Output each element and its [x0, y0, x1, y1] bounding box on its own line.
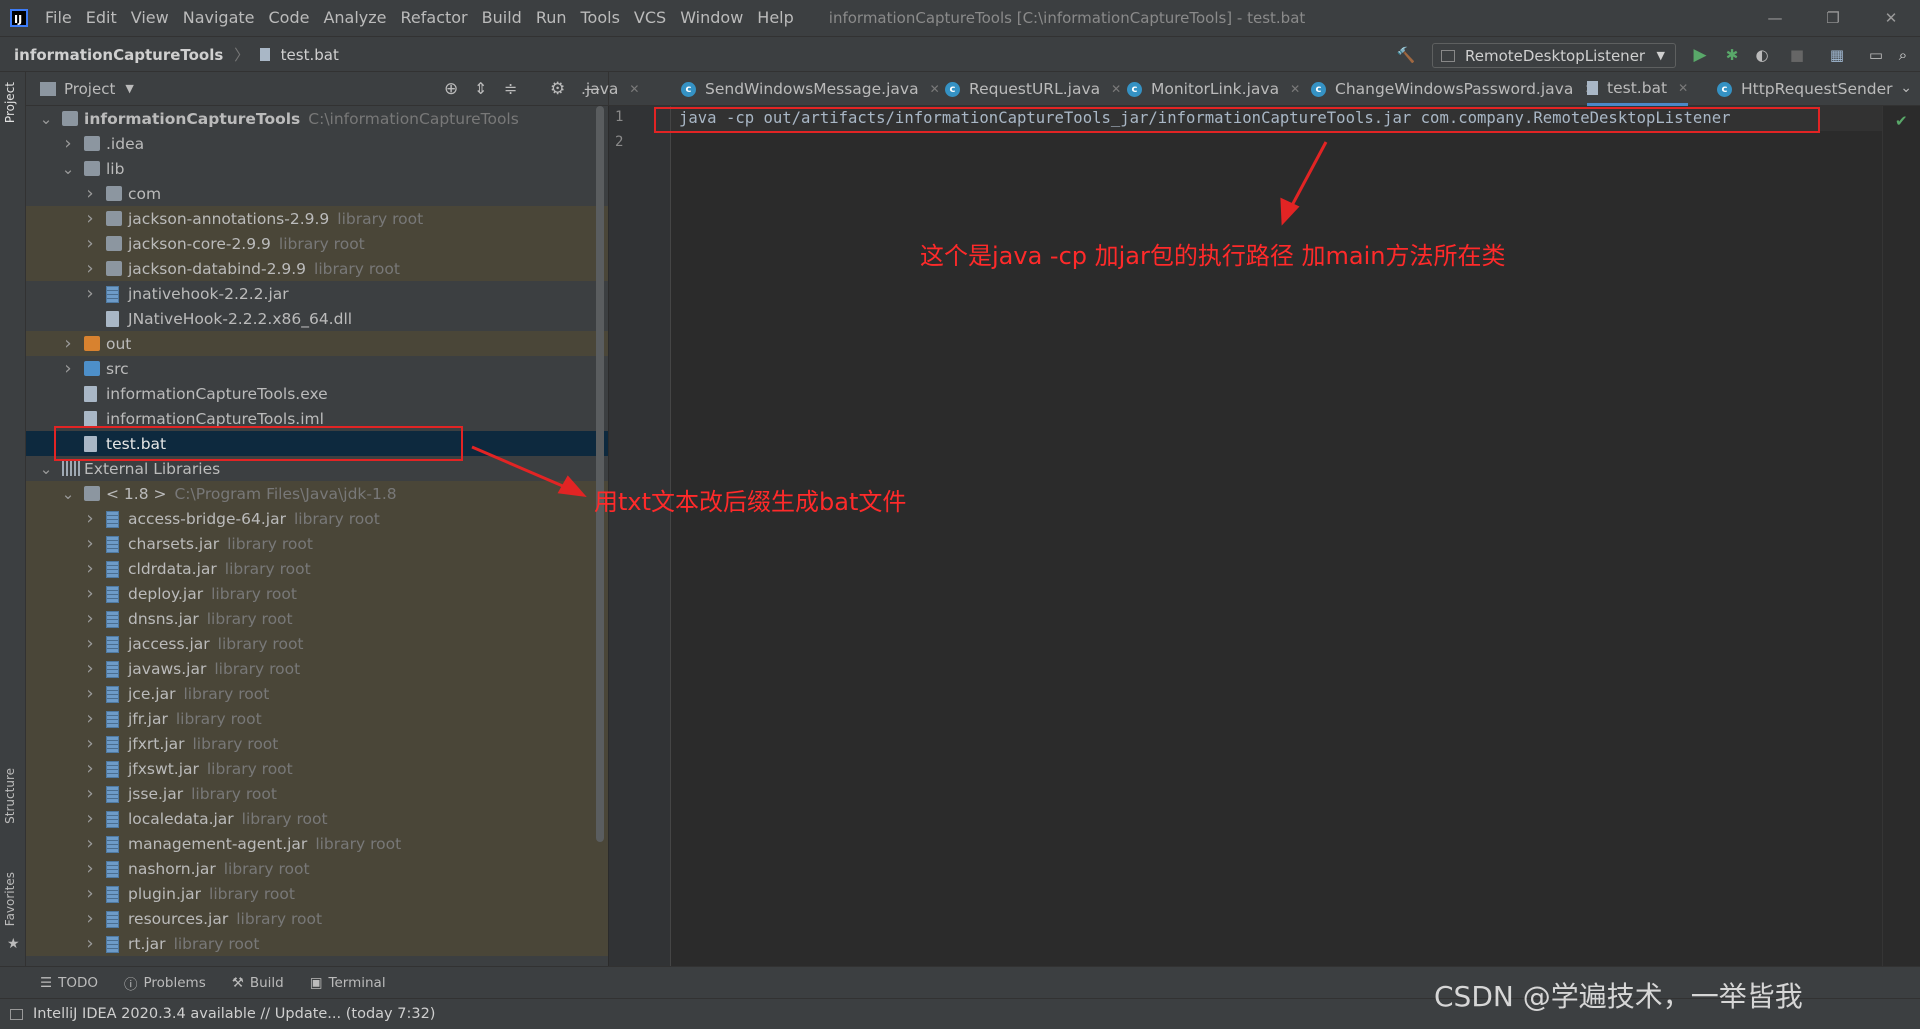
annotation-arrows — [471, 141, 1328, 498]
arrow-to-bat-note — [471, 445, 573, 492]
arrow-from-command — [1287, 141, 1328, 212]
csdn-watermark: CSDN @学遍技术，一举皆我 — [1434, 980, 1803, 1013]
command-annotation: 这个是java -cp 加jar包的执行路径 加main方法所在类 — [920, 242, 1506, 270]
bat-annotation: 用txt文本改后缀生成bat文件 — [594, 488, 907, 516]
arrow-head — [557, 475, 587, 498]
